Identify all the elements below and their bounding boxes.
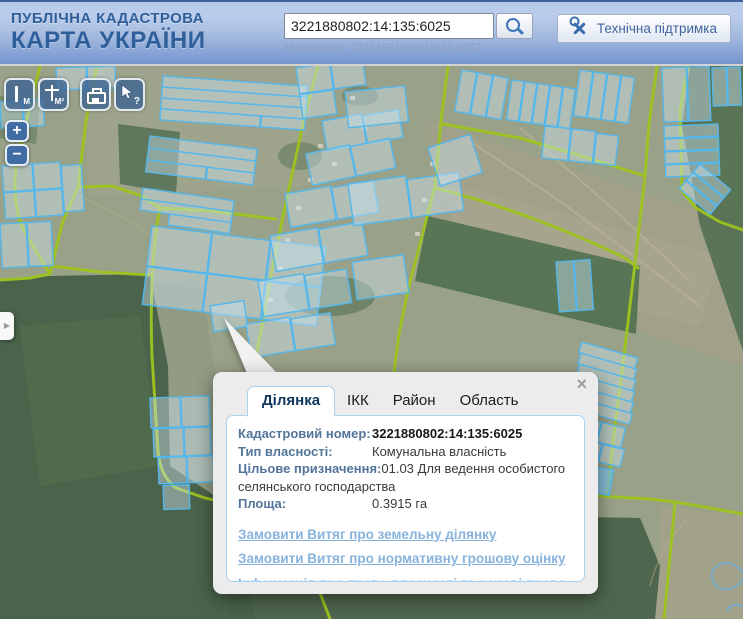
tab-oblast[interactable]: Область <box>448 386 531 416</box>
ownership-type-value: Комунальна власність <box>372 444 506 459</box>
zoom-in-button[interactable]: + <box>5 120 29 142</box>
printer-icon <box>87 92 106 104</box>
app-title-line1: ПУБЛІЧНА КАДАСТРОВА <box>11 10 206 28</box>
zoom-out-button[interactable]: − <box>5 144 29 166</box>
field-designated-purpose: Цільове призначення:01.03 Для ведення ос… <box>238 460 573 495</box>
app-header: ПУБЛІЧНА КАДАСТРОВА КАРТА УКРАЇНИ Наприк… <box>0 0 743 66</box>
panel-expander-button[interactable]: ▶ <box>0 312 14 340</box>
support-button-label: Технічна підтримка <box>597 21 717 36</box>
search-hint: Наприклад: 3221655100:01:047:0052 <box>285 43 481 55</box>
order-extract-link[interactable]: Замовити Витяг про земельну ділянку <box>238 527 573 542</box>
ownership-info-link[interactable]: Інформація про право власності та речові… <box>238 576 573 583</box>
parcel-info-popup: × Ділянка ІКК Район Область Кадастровий … <box>213 372 598 594</box>
popup-links: Замовити Витяг про земельну ділянку Замо… <box>238 527 573 583</box>
measure-area-unit: М² <box>55 98 64 106</box>
measure-length-button[interactable]: М <box>4 78 35 111</box>
field-label: Площа: <box>238 495 372 513</box>
tab-rayon[interactable]: Район <box>381 386 448 416</box>
tab-dilyanka[interactable]: Ділянка <box>247 386 335 417</box>
parcel-details-panel: Кадастровий номер:3221880802:14:135:6025… <box>226 415 585 582</box>
measure-area-button[interactable]: М² <box>38 78 69 111</box>
order-valuation-link[interactable]: Замовити Витяг про нормативну грошову оц… <box>238 551 573 566</box>
support-button[interactable]: Технічна підтримка <box>557 14 731 43</box>
identify-cursor-icon <box>121 85 133 100</box>
print-button[interactable] <box>80 78 111 111</box>
area-value: 0.3915 га <box>372 496 427 511</box>
close-icon[interactable]: × <box>576 375 587 393</box>
field-label: Кадастровий номер: <box>238 425 372 443</box>
app-title-line2: КАРТА УКРАЇНИ <box>11 28 206 54</box>
tab-ikk[interactable]: ІКК <box>335 386 381 416</box>
search-icon <box>506 18 520 32</box>
identify-button[interactable]: ? <box>114 78 145 111</box>
measure-length-icon <box>15 86 18 102</box>
measure-length-unit: М <box>23 98 30 106</box>
map-toolbar: М М² ? <box>4 78 148 111</box>
tools-icon <box>571 20 588 37</box>
field-area: Площа:0.3915 га <box>238 495 573 513</box>
field-cadastral-number: Кадастровий номер:3221880802:14:135:6025 <box>238 425 573 443</box>
popup-pointer <box>212 312 292 378</box>
cadastral-number-value: 3221880802:14:135:6025 <box>372 426 522 441</box>
search-input[interactable] <box>284 13 494 39</box>
identify-question-mark: ? <box>134 98 140 106</box>
field-label: Цільове призначення: <box>238 460 381 478</box>
search-button[interactable] <box>496 13 533 39</box>
zoom-controls: + − <box>5 120 29 166</box>
field-ownership-type: Тип власності:Комунальна власність <box>238 443 573 461</box>
cadastral-map-app: ПУБЛІЧНА КАДАСТРОВА КАРТА УКРАЇНИ Наприк… <box>0 0 743 619</box>
popup-tabs: Ділянка ІКК Район Область <box>247 385 530 416</box>
app-title: ПУБЛІЧНА КАДАСТРОВА КАРТА УКРАЇНИ <box>11 10 206 54</box>
field-label: Тип власності: <box>238 443 372 461</box>
